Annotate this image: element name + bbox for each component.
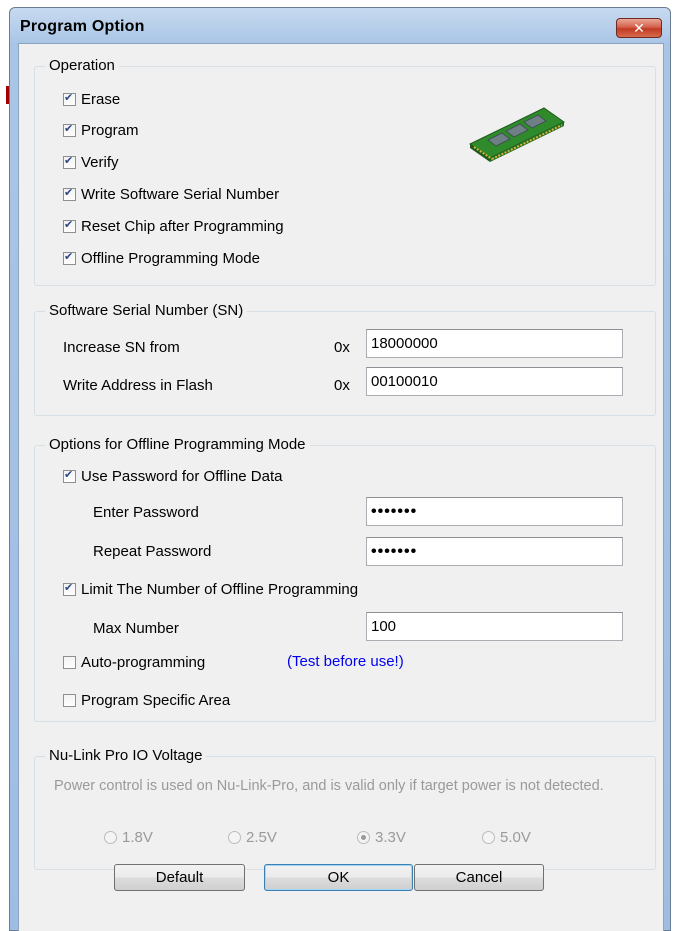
close-button[interactable]: ✕ [616, 18, 662, 38]
verify-checkbox-box[interactable] [63, 154, 76, 169]
use-password-label: Use Password for Offline Data [81, 467, 283, 485]
write-serial-checkbox-box[interactable] [63, 186, 76, 201]
voltage-radio-3-3v[interactable] [357, 830, 370, 844]
write-address-label: Write Address in Flash [63, 377, 213, 394]
voltage-option-1-8v[interactable]: 1.8V [104, 828, 153, 846]
repeat-password-label: Repeat Password [93, 543, 212, 560]
write-serial-checkbox[interactable]: Write Software Serial Number [63, 185, 279, 203]
voltage-label-2-5v: 2.5V [246, 828, 277, 846]
erase-checkbox-box[interactable] [63, 91, 76, 106]
increase-sn-label: Increase SN from [63, 339, 180, 356]
close-icon: ✕ [633, 20, 645, 36]
erase-checkbox[interactable]: Erase [63, 90, 120, 108]
auto-programming-note: (Test before use!) [287, 653, 404, 670]
operation-group-title: Operation [45, 57, 119, 75]
increase-sn-prefix: 0x [334, 339, 350, 356]
io-voltage-group-title: Nu-Link Pro IO Voltage [45, 747, 207, 765]
voltage-radio-1-8v[interactable] [104, 830, 117, 844]
verify-label: Verify [81, 153, 119, 171]
voltage-label-3-3v: 3.3V [375, 828, 406, 846]
cancel-button[interactable]: Cancel [414, 864, 544, 891]
write-address-input[interactable]: 00100010 [366, 367, 623, 396]
program-specific-area-checkbox-box[interactable] [63, 693, 76, 707]
reset-chip-label: Reset Chip after Programming [81, 217, 284, 235]
dialog-title: Program Option [20, 18, 145, 35]
program-checkbox[interactable]: Program [63, 121, 139, 139]
program-specific-area-checkbox[interactable]: Program Specific Area [63, 691, 230, 709]
default-button[interactable]: Default [114, 864, 245, 891]
voltage-label-5-0v: 5.0V [500, 828, 531, 846]
ok-button[interactable]: OK [264, 864, 413, 891]
io-voltage-description: Power control is used on Nu-Link-Pro, an… [54, 778, 604, 794]
voltage-option-5-0v[interactable]: 5.0V [482, 828, 531, 846]
use-password-checkbox[interactable]: Use Password for Offline Data [63, 467, 282, 485]
serial-number-group: Software Serial Number (SN) [34, 302, 656, 416]
write-address-prefix: 0x [334, 377, 350, 394]
auto-programming-checkbox-box[interactable] [63, 655, 76, 669]
serial-number-group-title: Software Serial Number (SN) [45, 302, 248, 320]
increase-sn-input[interactable]: 18000000 [366, 329, 623, 358]
erase-label: Erase [81, 90, 121, 108]
voltage-option-3-3v[interactable]: 3.3V [357, 828, 406, 846]
program-specific-area-label: Program Specific Area [81, 691, 231, 709]
max-number-input[interactable]: 100 [366, 612, 623, 641]
voltage-radio-5-0v[interactable] [482, 830, 495, 844]
title-bar[interactable]: Program Option ✕ [10, 8, 670, 44]
reset-chip-checkbox[interactable]: Reset Chip after Programming [63, 217, 284, 235]
enter-password-input[interactable]: ••••••• [366, 497, 623, 526]
voltage-option-2-5v[interactable]: 2.5V [228, 828, 277, 846]
program-label: Program [81, 121, 139, 139]
reset-chip-checkbox-box[interactable] [63, 218, 76, 233]
use-password-checkbox-box[interactable] [63, 468, 76, 483]
offline-options-group-title: Options for Offline Programming Mode [45, 436, 310, 454]
voltage-radio-2-5v[interactable] [228, 830, 241, 844]
verify-checkbox[interactable]: Verify [63, 153, 119, 171]
offline-mode-checkbox[interactable]: Offline Programming Mode [63, 249, 260, 267]
background-window-edge [0, 0, 9, 931]
limit-number-checkbox[interactable]: Limit The Number of Offline Programming [63, 580, 358, 598]
io-voltage-group: Nu-Link Pro IO Voltage [34, 747, 656, 870]
chip-icon [469, 107, 565, 162]
program-checkbox-box[interactable] [63, 122, 76, 137]
write-serial-label: Write Software Serial Number [81, 185, 280, 203]
limit-number-checkbox-box[interactable] [63, 581, 76, 596]
offline-mode-label: Offline Programming Mode [81, 249, 260, 267]
repeat-password-input[interactable]: ••••••• [366, 537, 623, 566]
voltage-label-1-8v: 1.8V [122, 828, 153, 846]
max-number-label: Max Number [93, 620, 179, 637]
offline-mode-checkbox-box[interactable] [63, 250, 76, 265]
auto-programming-checkbox[interactable]: Auto-programming [63, 653, 205, 671]
limit-number-label: Limit The Number of Offline Programming [81, 580, 359, 598]
auto-programming-label: Auto-programming [81, 653, 206, 671]
enter-password-label: Enter Password [93, 504, 199, 521]
